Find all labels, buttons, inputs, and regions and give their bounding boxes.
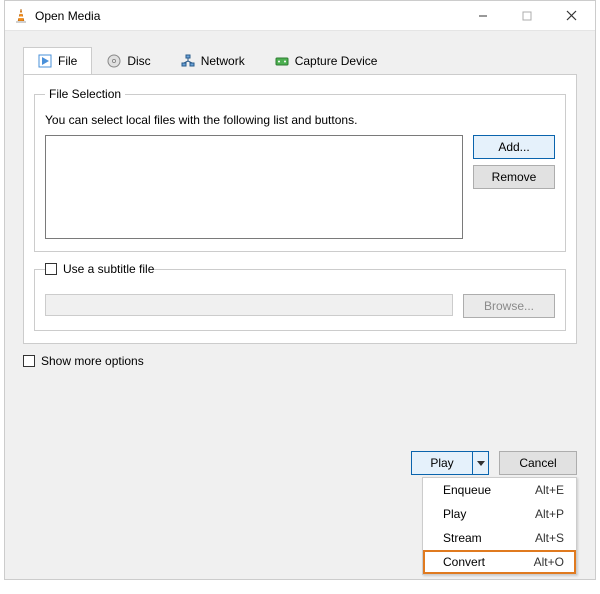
minimize-button[interactable] <box>461 2 505 30</box>
tab-label: File <box>58 54 77 68</box>
tab-label: Disc <box>127 54 150 68</box>
file-selection-group: File Selection You can select local file… <box>34 87 566 252</box>
cancel-button[interactable]: Cancel <box>499 451 577 475</box>
window-controls <box>461 2 593 30</box>
play-dropdown-menu: Enqueue Alt+E Play Alt+P Stream Alt+S Co… <box>422 477 577 575</box>
browse-button: Browse... <box>463 294 555 318</box>
checkbox-label: Use a subtitle file <box>63 262 154 276</box>
file-selection-hint: You can select local files with the foll… <box>45 113 555 127</box>
titlebar[interactable]: Open Media <box>5 1 595 31</box>
maximize-button[interactable] <box>505 2 549 30</box>
menu-item-stream[interactable]: Stream Alt+S <box>423 526 576 550</box>
show-more-options-checkbox[interactable]: Show more options <box>23 354 144 368</box>
play-dropdown-toggle[interactable] <box>472 452 488 474</box>
tab-disc[interactable]: Disc <box>92 47 165 75</box>
tab-capture[interactable]: Capture Device <box>260 47 393 75</box>
close-button[interactable] <box>549 2 593 30</box>
dialog-actions: Play Cancel <box>411 451 577 475</box>
capture-device-icon <box>275 54 289 68</box>
tab-panel-file: File Selection You can select local file… <box>23 74 577 344</box>
disc-icon <box>107 54 121 68</box>
play-split-button[interactable]: Play <box>411 451 489 475</box>
chevron-down-icon <box>477 461 485 466</box>
remove-button[interactable]: Remove <box>473 165 555 189</box>
add-button[interactable]: Add... <box>473 135 555 159</box>
file-list[interactable] <box>45 135 463 239</box>
tab-file[interactable]: File <box>23 47 92 75</box>
open-media-dialog: Open Media File Disc Network Capture Dev… <box>4 0 596 580</box>
checkbox-icon <box>23 355 35 367</box>
menu-item-play[interactable]: Play Alt+P <box>423 502 576 526</box>
subtitle-path-input <box>45 294 453 316</box>
vlc-cone-icon <box>13 8 29 24</box>
menu-item-convert[interactable]: Convert Alt+O <box>423 550 576 574</box>
use-subtitle-checkbox[interactable]: Use a subtitle file <box>45 262 154 276</box>
network-icon <box>181 54 195 68</box>
file-selection-legend: File Selection <box>45 87 125 101</box>
tabs: File Disc Network Capture Device <box>5 31 595 74</box>
file-play-icon <box>38 54 52 68</box>
tab-label: Capture Device <box>295 54 378 68</box>
menu-item-enqueue[interactable]: Enqueue Alt+E <box>423 478 576 502</box>
tab-label: Network <box>201 54 245 68</box>
subtitle-group: Use a subtitle file Browse... <box>34 262 566 331</box>
checkbox-icon <box>45 263 57 275</box>
window-title: Open Media <box>35 9 461 23</box>
play-button-label: Play <box>412 456 472 470</box>
tab-network[interactable]: Network <box>166 47 260 75</box>
checkbox-label: Show more options <box>41 354 144 368</box>
